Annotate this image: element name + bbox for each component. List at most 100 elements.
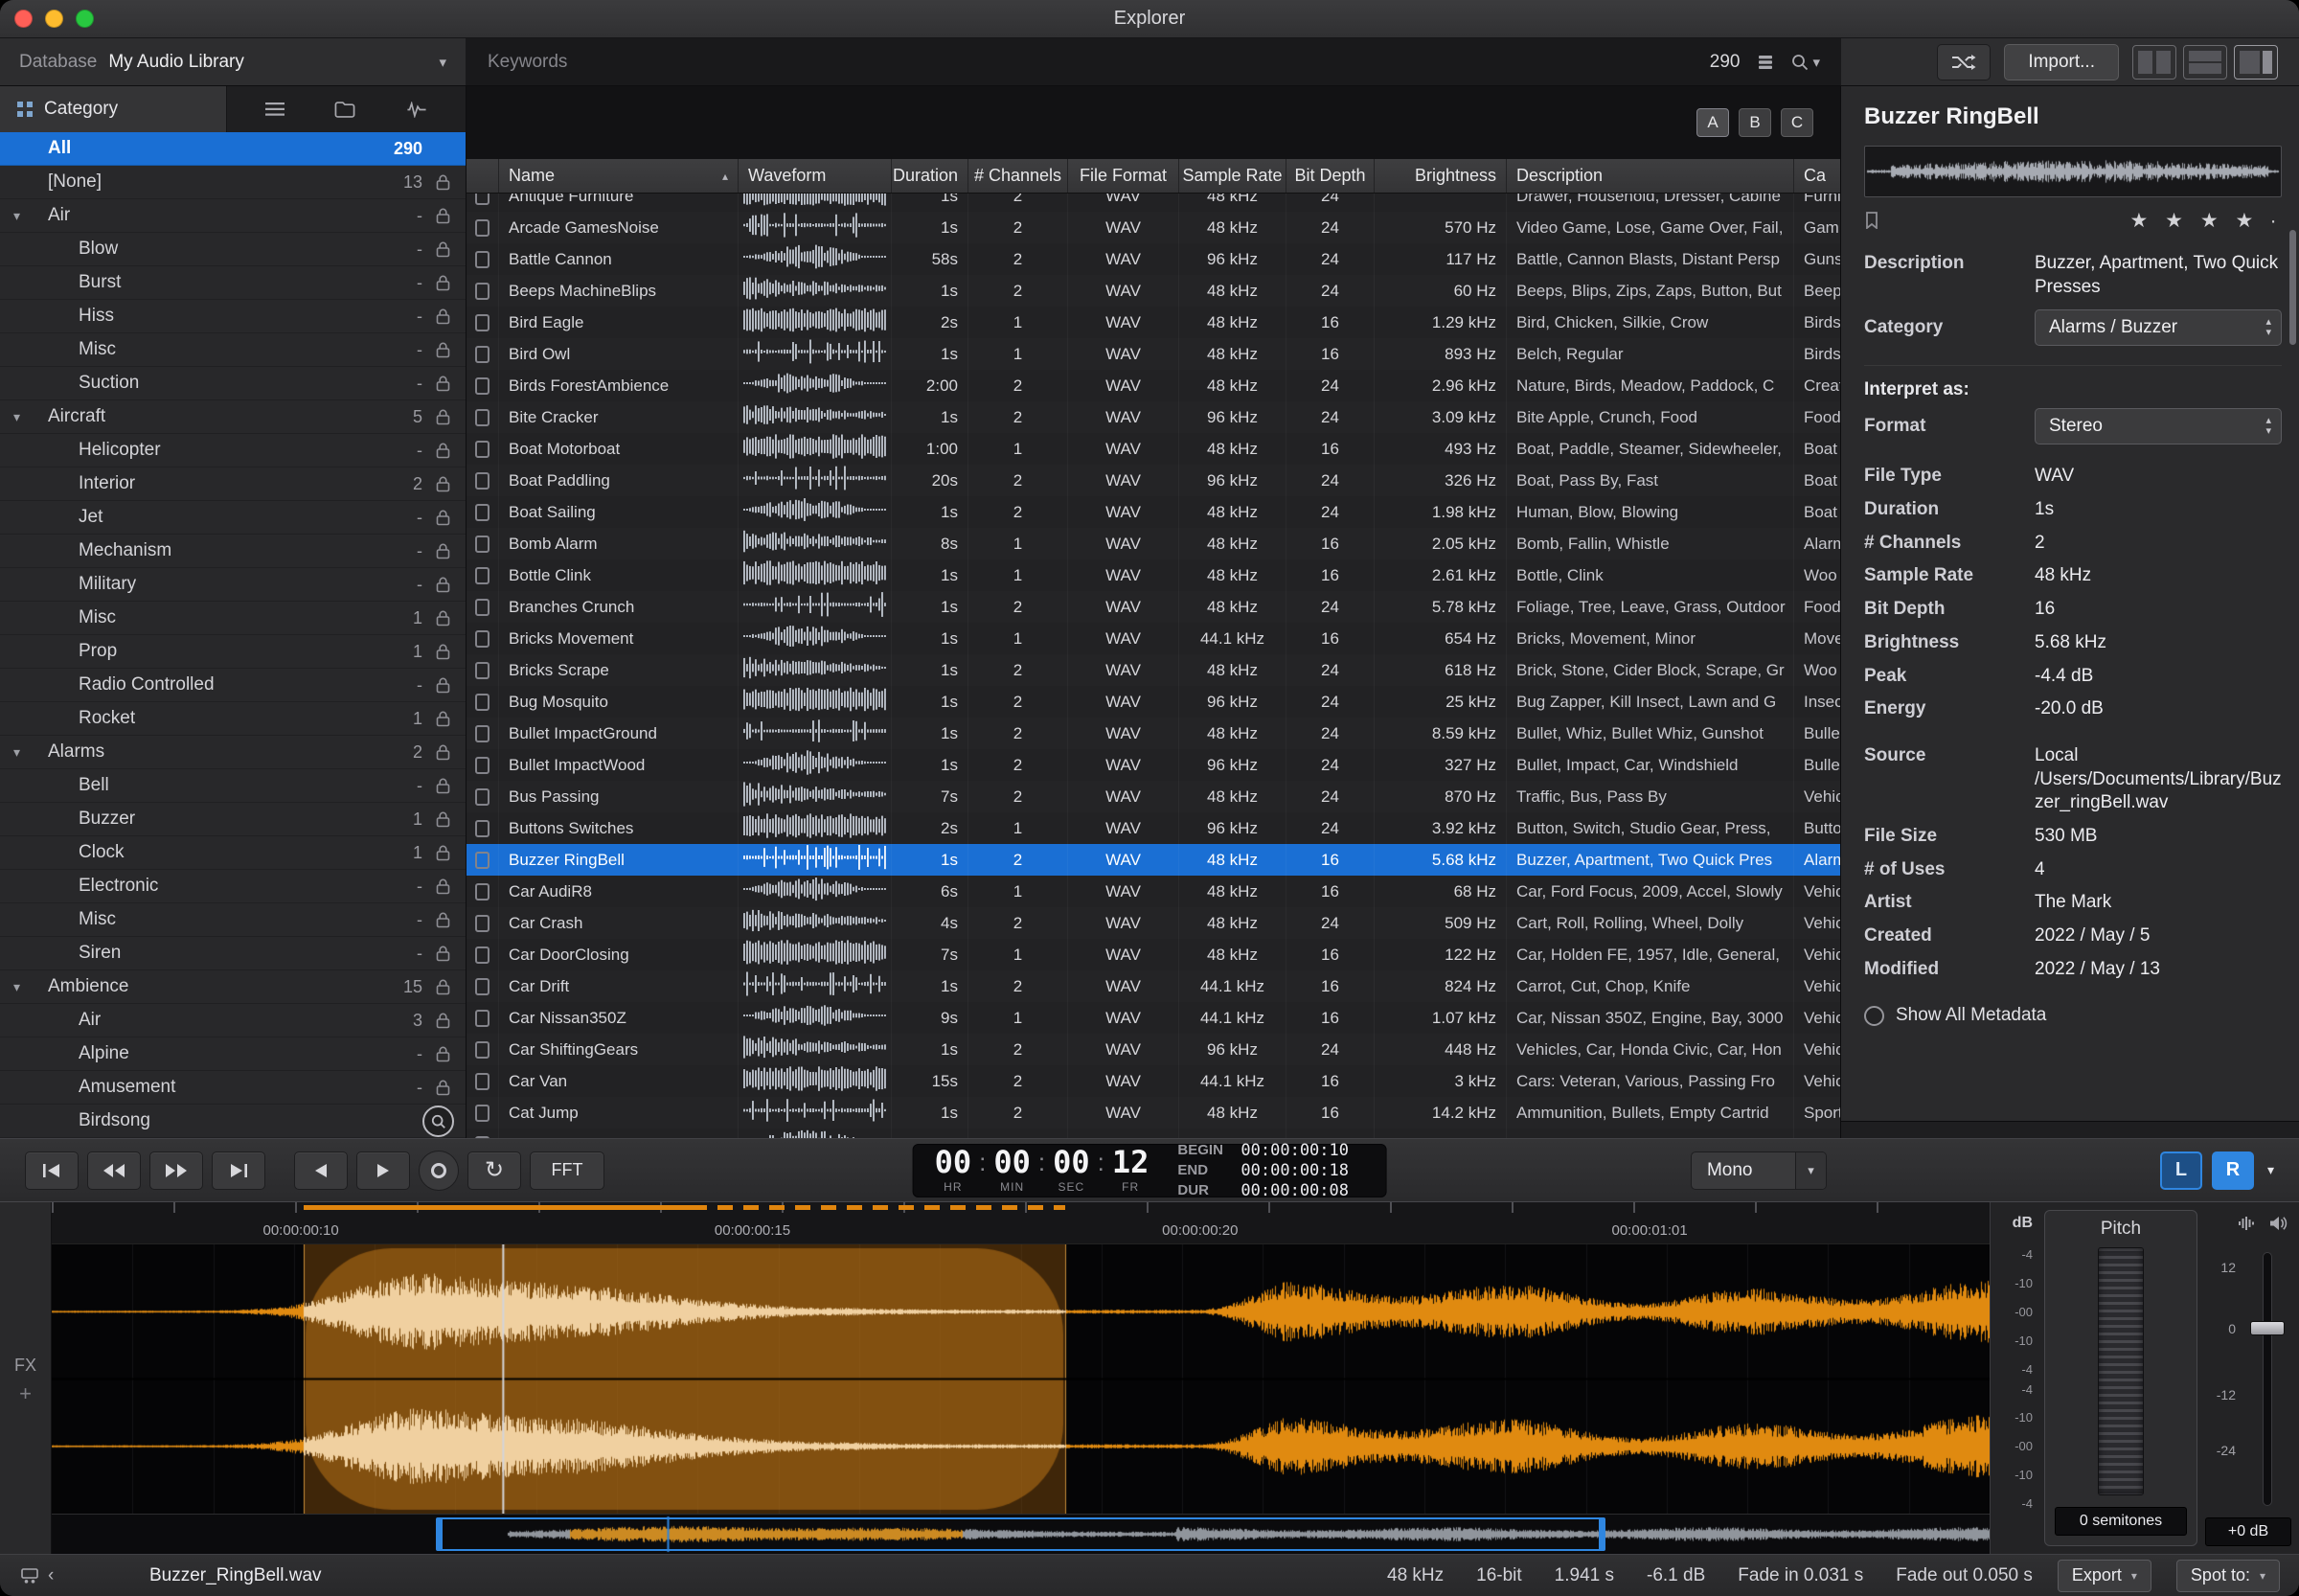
sidebar-item[interactable]: ▾ Suction - (0, 367, 466, 400)
column-header[interactable]: Duration (892, 159, 968, 193)
sidebar-item[interactable]: ▾ Aircraft 5 (0, 400, 466, 434)
import-button[interactable]: Import... (2004, 44, 2119, 80)
table-row[interactable]: Car Nissan350Z 9s 1 WAV 44.1 kHz 16 1.07… (467, 1002, 1840, 1034)
show-all-metadata-checkbox[interactable] (1864, 1006, 1884, 1026)
table-row[interactable]: Birds ForestAmbience 2:00 2 WAV 48 kHz 2… (467, 370, 1840, 401)
table-row[interactable]: Car Van 15s 2 WAV 44.1 kHz 16 3 kHz Cars… (467, 1065, 1840, 1097)
sidebar-item[interactable]: ▾ Amusement - (0, 1071, 466, 1105)
table-row[interactable]: Boat Paddling 20s 2 WAV 96 kHz 24 326 Hz… (467, 465, 1840, 496)
sidebar-item[interactable]: ▾ Jet - (0, 501, 466, 535)
table-row[interactable]: Boat Motorboat 1:00 1 WAV 48 kHz 16 493 … (467, 433, 1840, 465)
sidebar-item[interactable]: ▾ Air 3 (0, 1004, 466, 1037)
table-row[interactable]: Car Drift 1s 2 WAV 44.1 kHz 16 824 Hz Ca… (467, 970, 1840, 1002)
sidebar-item[interactable]: ▾ Ambience 15 (0, 970, 466, 1004)
channel-mode-select[interactable]: Mono ▾ (1691, 1151, 1827, 1190)
sidebar-item[interactable]: ▾ Electronic - (0, 870, 466, 903)
column-header[interactable]: Description (1507, 159, 1794, 193)
column-header[interactable]: Name (499, 159, 739, 193)
mini-waveform-icon[interactable] (2238, 1216, 2255, 1231)
sidebar-item[interactable]: ▾ Clock 1 (0, 836, 466, 870)
table-row[interactable]: Bus Passing 7s 2 WAV 48 kHz 24 870 Hz Tr… (467, 781, 1840, 812)
sidebar-item[interactable]: ▾ Air - (0, 199, 466, 233)
zoom-button[interactable] (76, 10, 94, 28)
right-channel-button[interactable]: R (2212, 1151, 2254, 1190)
loop-button[interactable]: ↻ (467, 1151, 521, 1190)
overview-strip[interactable] (52, 1514, 1990, 1554)
minimize-button[interactable] (45, 10, 63, 28)
compare-button[interactable]: A (1696, 108, 1729, 137)
fast-forward-button[interactable] (149, 1151, 203, 1190)
layout-rows-button[interactable] (2183, 45, 2227, 80)
sidebar-item[interactable]: ▾ Burst - (0, 266, 466, 300)
sidebar-item[interactable]: ▾ Military - (0, 568, 466, 602)
fft-button[interactable]: FFT (530, 1151, 604, 1190)
table-row[interactable]: Bomb Alarm 8s 1 WAV 48 kHz 16 2.05 kHz B… (467, 528, 1840, 559)
table-row[interactable]: Bricks Scrape 1s 2 WAV 48 kHz 24 618 Hz … (467, 654, 1840, 686)
table-row[interactable]: Bug Mosquito 1s 2 WAV 96 kHz 24 25 kHz B… (467, 686, 1840, 718)
table-row[interactable]: Bite Cracker 1s 2 WAV 96 kHz 24 3.09 kHz… (467, 401, 1840, 433)
layout-sidebar-button[interactable] (2234, 45, 2278, 80)
tab-category[interactable]: Category (0, 86, 227, 132)
sidebar-item[interactable]: ▾ Blow - (0, 233, 466, 266)
sidebar-item[interactable]: ▾ Buzzer 1 (0, 803, 466, 836)
table-row[interactable]: Arcade GamesNoise 1s 2 WAV 48 kHz 24 570… (467, 212, 1840, 243)
table-row[interactable]: Battle Cannon 58s 2 WAV 96 kHz 24 117 Hz… (467, 243, 1840, 275)
play-button[interactable] (356, 1151, 410, 1190)
shuffle-button[interactable] (1937, 44, 1991, 80)
table-row[interactable]: Bird Owl 1s 1 WAV 48 kHz 16 893 Hz Belch… (467, 338, 1840, 370)
export-button[interactable]: Export▾ (2058, 1560, 2151, 1592)
table-row[interactable]: Car AudiR8 6s 1 WAV 48 kHz 16 68 Hz Car,… (467, 876, 1840, 907)
folder-view-button[interactable] (334, 102, 355, 118)
sidebar-search-icon[interactable] (422, 1106, 454, 1137)
sidebar-item[interactable]: ▾ Interior 2 (0, 467, 466, 501)
table-row[interactable]: Buttons Switches 2s 1 WAV 96 kHz 24 3.92… (467, 812, 1840, 844)
collapse-chevron[interactable]: ‹ (48, 1565, 54, 1586)
scrollbar-thumb[interactable] (2289, 230, 2296, 345)
volume-fader-track[interactable] (2263, 1252, 2272, 1507)
table-row[interactable]: Car Crash 4s 2 WAV 48 kHz 24 509 Hz Cart… (467, 907, 1840, 939)
speaker-icon[interactable] (2268, 1215, 2288, 1232)
skip-end-button[interactable] (212, 1151, 265, 1190)
fx-add-button[interactable]: + (19, 1381, 32, 1406)
sidebar-item[interactable]: ▾ Prop 1 (0, 635, 466, 669)
table-row[interactable]: Bullet ImpactWood 1s 2 WAV 96 kHz 24 327… (467, 749, 1840, 781)
table-row[interactable]: Bird Eagle 2s 1 WAV 48 kHz 16 1.29 kHz B… (467, 307, 1840, 338)
table-row[interactable]: Bullet ImpactGround 1s 2 WAV 48 kHz 24 8… (467, 718, 1840, 749)
keywords-input[interactable]: Keywords 290 ▾ (467, 38, 1841, 85)
sidebar-item[interactable]: ▾ Mechanism - (0, 535, 466, 568)
table-row[interactable]: Beeps MachineBlips 1s 2 WAV 48 kHz 24 60… (467, 275, 1840, 307)
table-row[interactable]: Bricks Movement 1s 1 WAV 44.1 kHz 16 654… (467, 623, 1840, 654)
left-channel-button[interactable]: L (2160, 1151, 2202, 1190)
overview-selection-bracket[interactable] (436, 1517, 1606, 1551)
table-row[interactable]: Antique Furniture 1s 2 WAV 48 kHz 24 Dra… (467, 194, 1840, 212)
spot-to-button[interactable]: Spot to:▾ (2176, 1560, 2280, 1592)
table-row[interactable]: Cat Meow 1s 1 WAV 48 kHz 16 964 Hz Cat, … (467, 1129, 1840, 1138)
table-row[interactable]: Branches Crunch 1s 2 WAV 48 kHz 24 5.78 … (467, 591, 1840, 623)
waveform-view-button[interactable] (406, 102, 427, 118)
sidebar-item[interactable]: ▾ Misc - (0, 333, 466, 367)
search-icon[interactable]: ▾ (1791, 54, 1820, 71)
skip-start-button[interactable] (25, 1151, 79, 1190)
table-row[interactable]: Cat Jump 1s 2 WAV 48 kHz 16 14.2 kHz Amm… (467, 1097, 1840, 1129)
sidebar-item[interactable]: ▾ Birdsong (0, 1105, 466, 1138)
volume-fader-handle[interactable] (2250, 1321, 2285, 1335)
column-header[interactable]: Brightness (1375, 159, 1507, 193)
compare-button[interactable]: C (1781, 108, 1813, 137)
sidebar-item[interactable]: ▾ Siren - (0, 937, 466, 970)
sidebar-item[interactable]: ▾ All 290 (0, 132, 466, 166)
column-header[interactable]: Waveform (739, 159, 892, 193)
table-row[interactable]: Car ShiftingGears 1s 2 WAV 96 kHz 24 448… (467, 1034, 1840, 1065)
record-button[interactable] (419, 1151, 459, 1191)
column-header[interactable]: Bit Depth (1286, 159, 1375, 193)
column-header[interactable]: # Channels (968, 159, 1068, 193)
sidebar-item[interactable]: ▾ Bell - (0, 769, 466, 803)
column-header[interactable]: Sample Rate (1179, 159, 1286, 193)
pitch-fader[interactable] (2098, 1247, 2144, 1495)
table-row[interactable]: Buzzer RingBell 1s 2 WAV 48 kHz 16 5.68 … (467, 844, 1840, 876)
table-row[interactable]: Boat Sailing 1s 2 WAV 48 kHz 24 1.98 kHz… (467, 496, 1840, 528)
sidebar-item[interactable]: ▾ Rocket 1 (0, 702, 466, 736)
table-row[interactable]: Car DoorClosing 7s 1 WAV 48 kHz 16 122 H… (467, 939, 1840, 970)
sidebar-item[interactable]: ▾ Radio Controlled - (0, 669, 466, 702)
sidebar-item[interactable]: ▾ Helicopter - (0, 434, 466, 467)
layers-icon[interactable] (1757, 55, 1774, 70)
